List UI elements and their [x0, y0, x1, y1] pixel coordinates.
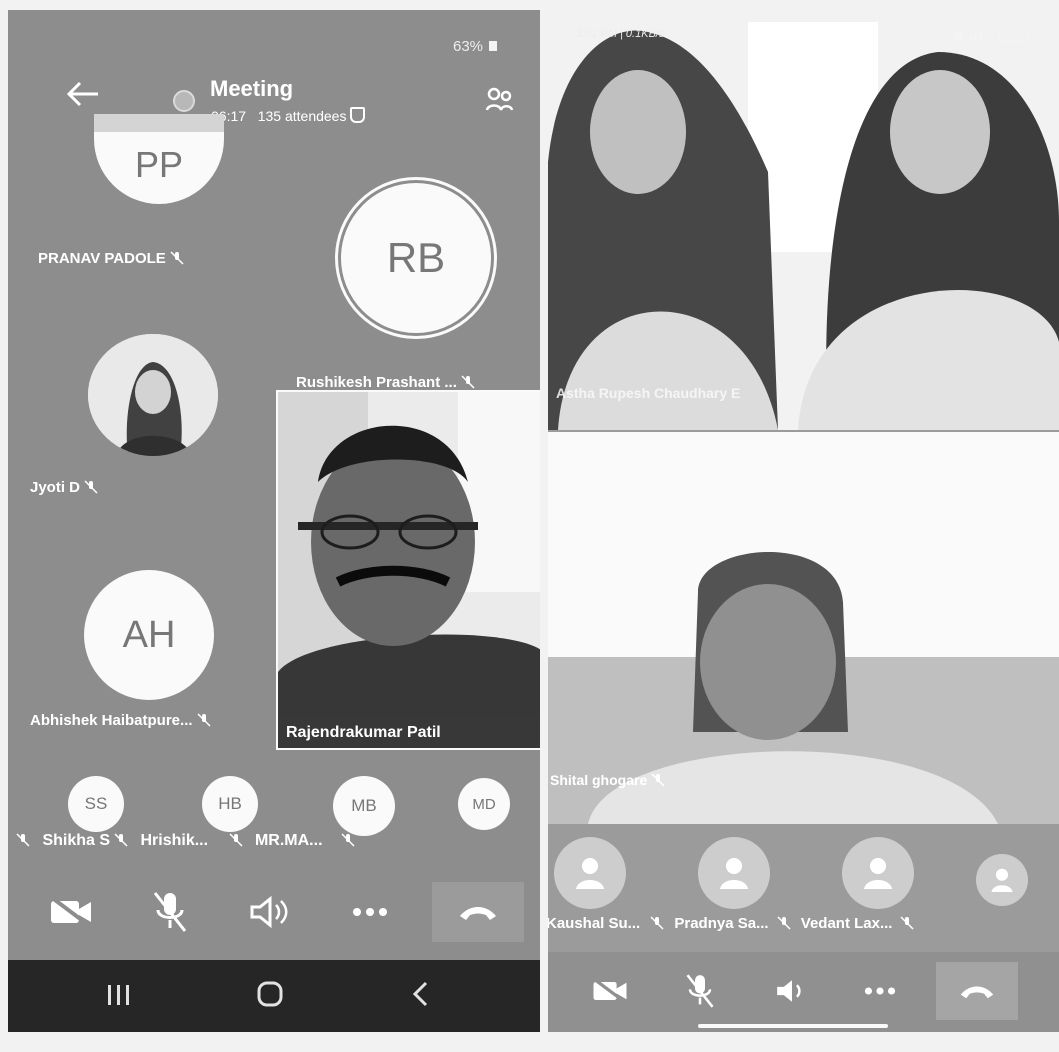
- participant-name-astha: Astha Rupesh Chaudhary E: [556, 385, 741, 401]
- avatar-initials: PP: [134, 144, 184, 185]
- avatar-initials: SS: [84, 794, 108, 813]
- participant-name-rajendrakumar: Rajendrakumar Patil: [286, 724, 441, 741]
- avatar-initials: MD: [472, 795, 496, 813]
- participant-name-kaushal: Kaushal Su...: [548, 915, 641, 932]
- battery-text: 63%: [453, 38, 484, 55]
- recent-apps-icon[interactable]: [106, 982, 132, 1013]
- hang-up-button[interactable]: [432, 882, 524, 942]
- right-call-toolbar: [548, 952, 1059, 1032]
- avatar-more[interactable]: [976, 854, 1028, 906]
- participant-name-shikha: Shikha S: [42, 832, 111, 849]
- battery-icon: [489, 41, 498, 51]
- meeting-title: Meeting: [210, 76, 294, 101]
- android-nav-bar: [8, 960, 540, 1032]
- person-icon: [991, 868, 1013, 892]
- participant-name-text: PRANAV PADOLE: [38, 250, 166, 267]
- phone-hangup-icon: [960, 986, 994, 999]
- mic-off-icon: [16, 833, 30, 847]
- avatar-initials: RB: [386, 234, 446, 281]
- mic-off-icon: [651, 773, 665, 787]
- avatar-pradnya[interactable]: [698, 837, 770, 909]
- participant-name-pradnya: Pradnya Sa...: [674, 915, 769, 932]
- participant-name-text: Jyoti D: [30, 479, 81, 496]
- avatar-vedant[interactable]: [842, 837, 914, 909]
- meeting-subtitle: 06:17 135 attendees: [211, 107, 366, 124]
- avatar-jyoti-photo[interactable]: [88, 334, 218, 456]
- participant-name-jyoti: Jyoti D: [30, 479, 98, 496]
- avatar-mb[interactable]: MB: [333, 776, 395, 836]
- avatar-initials: AH: [122, 613, 176, 656]
- mic-off-icon: [461, 375, 475, 389]
- video-tile-rajendrakumar[interactable]: Rajendrakumar Patil: [276, 390, 540, 750]
- mic-off-icon: [228, 833, 243, 847]
- mic-off-icon: [197, 713, 211, 727]
- more-options-icon[interactable]: [862, 984, 898, 998]
- person-icon: [576, 858, 604, 889]
- gesture-bar: [698, 1024, 888, 1028]
- mic-off-button-icon[interactable]: [680, 970, 720, 1012]
- person-icon: [864, 858, 892, 889]
- more-options-icon[interactable]: [348, 898, 392, 926]
- attendee-count: 135 attendees: [257, 108, 347, 124]
- mic-off-icon: [114, 833, 128, 847]
- participant-name-vedant: Vedant Lax...: [800, 915, 893, 932]
- hang-up-button[interactable]: [936, 962, 1018, 1020]
- avatar-initials: MB: [351, 796, 377, 815]
- participant-name-shital: Shital ghogare: [550, 772, 665, 788]
- signal-battery-icons: [953, 28, 1033, 42]
- mic-off-button-icon[interactable]: [148, 888, 192, 936]
- battery-status: 63%: [453, 38, 498, 55]
- mic-off-icon: [341, 833, 355, 847]
- video-tile-shital[interactable]: Shital ghogare: [548, 432, 1059, 824]
- right-status-time: 3:01 PM | 0.1KB/s: [576, 28, 665, 40]
- participant-name-text: Rushikesh Prashant ...: [296, 374, 457, 391]
- speaker-icon[interactable]: [246, 890, 294, 934]
- participant-name-rushikesh: Rushikesh Prashant ...: [296, 374, 475, 391]
- participant-name-hrishik: Hrishik...: [140, 832, 209, 849]
- avatar-pp[interactable]: PP: [94, 114, 224, 204]
- avatar-md[interactable]: MD: [458, 778, 510, 830]
- video-tile-astha[interactable]: Astha Rupesh Chaudhary E: [548, 22, 1059, 430]
- avatar-ss[interactable]: SS: [68, 776, 124, 832]
- avatar-initials: HB: [218, 794, 242, 813]
- participant-name-mrma: MR.MA...: [254, 832, 323, 849]
- home-icon[interactable]: [256, 980, 284, 1013]
- camera-off-icon[interactable]: [46, 890, 96, 934]
- speaker-icon[interactable]: [770, 974, 814, 1008]
- avatar-ah[interactable]: AH: [84, 570, 214, 700]
- camera-off-icon[interactable]: [588, 974, 632, 1008]
- small-participant-names: Shikha S Hrishik... MR.MA...: [12, 832, 355, 850]
- mic-off-icon: [84, 480, 98, 494]
- mic-off-icon: [777, 916, 791, 930]
- mic-off-icon: [170, 251, 184, 265]
- mic-off-icon: [650, 916, 664, 930]
- generic-participant-names: Kaushal Su... Pradnya Sa... Vedant Lax..…: [548, 915, 914, 932]
- avatar-rb[interactable]: RB: [338, 180, 494, 336]
- participant-name-text: Abhishek Haibatpure...: [30, 712, 193, 729]
- participants-icon[interactable]: [484, 86, 514, 121]
- avatar-hb[interactable]: HB: [202, 776, 258, 832]
- meeting-status-dot: [173, 90, 195, 112]
- participant-name-text: Shital ghogare: [550, 772, 648, 788]
- mic-off-icon: [900, 916, 914, 930]
- right-phone-screen: Astha Rupesh Chaudhary E 3:01 PM | 0.1KB…: [548, 22, 1059, 1032]
- back-arrow-icon[interactable]: [66, 80, 100, 113]
- phone-hangup-icon: [460, 907, 496, 920]
- left-phone-screen: 63% Meeting 06:17 135 attendees PP PRANA…: [8, 10, 540, 1032]
- shield-icon: [350, 107, 366, 123]
- avatar-kaushal[interactable]: [554, 837, 626, 909]
- participant-name-abhishek: Abhishek Haibatpure...: [30, 712, 211, 729]
- person-icon: [720, 858, 748, 889]
- back-nav-icon[interactable]: [410, 980, 430, 1013]
- participant-name-pranav: PRANAV PADOLE: [38, 250, 184, 267]
